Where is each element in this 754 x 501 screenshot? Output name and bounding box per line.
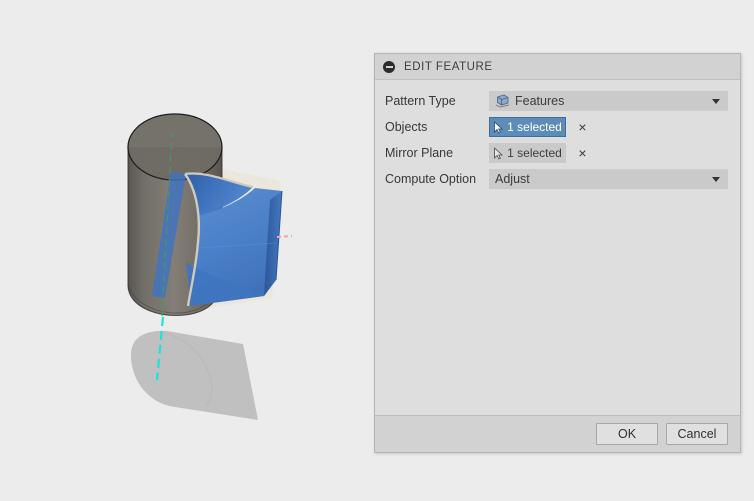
model-canvas: [127, 113, 293, 420]
row-mirror-plane: Mirror Plane 1 selected ×: [375, 140, 740, 166]
pattern-type-value: Features: [515, 94, 565, 108]
axis-red: [276, 235, 293, 238]
objects-clear-icon[interactable]: ×: [576, 120, 589, 134]
dialog-title: EDIT FEATURE: [404, 60, 493, 73]
ground-shadow: [131, 330, 258, 420]
minus-circle-icon[interactable]: [383, 60, 395, 73]
label-mirror-plane: Mirror Plane: [385, 146, 454, 160]
dialog-body: Pattern Type Features Objects 1 selected: [375, 80, 740, 415]
row-compute-option: Compute Option Adjust: [375, 166, 740, 192]
objects-selection-value: 1 selected: [507, 120, 562, 134]
features-solid-icon: [495, 94, 510, 108]
objects-selection-field[interactable]: 1 selected: [489, 117, 566, 137]
compute-option-dropdown[interactable]: Adjust: [489, 169, 728, 189]
blue-mirror-surface: [184, 172, 283, 307]
mirror-plane-selection-field[interactable]: 1 selected: [489, 143, 566, 163]
dialog-footer: OK Cancel: [375, 415, 740, 452]
3d-model-viewport[interactable]: [0, 0, 374, 501]
mirror-plane-clear-icon[interactable]: ×: [576, 146, 589, 160]
dialog-titlebar[interactable]: EDIT FEATURE: [375, 54, 740, 80]
label-pattern-type: Pattern Type: [385, 94, 456, 108]
mirror-plane-selection-value: 1 selected: [507, 146, 562, 160]
chevron-down-icon[interactable]: [712, 99, 720, 104]
cursor-arrow-icon: [494, 146, 504, 160]
row-pattern-type: Pattern Type Features: [375, 88, 740, 114]
row-objects: Objects 1 selected ×: [375, 114, 740, 140]
ok-button[interactable]: OK: [596, 423, 658, 445]
cancel-button[interactable]: Cancel: [666, 423, 728, 445]
chevron-down-icon[interactable]: [712, 177, 720, 182]
label-objects: Objects: [385, 120, 428, 134]
pattern-type-dropdown[interactable]: Features: [489, 91, 728, 111]
edit-feature-dialog: EDIT FEATURE Pattern Type Features Objec…: [374, 53, 741, 453]
cursor-arrow-icon: [494, 120, 504, 134]
label-compute-option: Compute Option: [385, 172, 477, 186]
compute-option-value: Adjust: [495, 172, 530, 186]
